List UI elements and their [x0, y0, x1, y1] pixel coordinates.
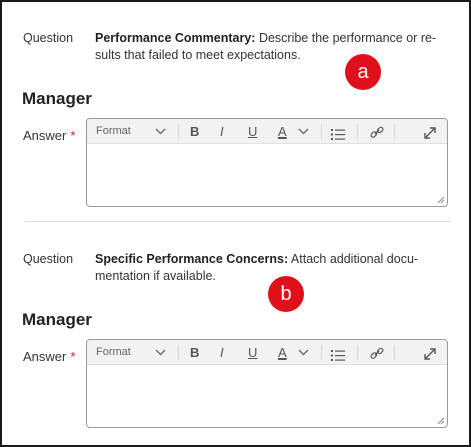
bold-button[interactable]: B [190, 340, 199, 365]
answer-text-area[interactable] [87, 145, 447, 206]
callout-badge-a: a [345, 54, 381, 90]
question-text-line1: Attach additional docu- [288, 252, 419, 266]
role-heading: Manager [22, 310, 92, 329]
toolbar-divider [321, 124, 322, 139]
chevron-down-icon[interactable] [155, 340, 166, 365]
answer-label: Answer * [23, 128, 75, 143]
resize-handle-icon[interactable] [437, 417, 445, 425]
underline-button[interactable]: U [248, 119, 257, 144]
editor-toolbar: Format B I U A [87, 119, 447, 144]
question-title: Performance Commentary: [95, 31, 256, 45]
answer-label-text: Answer [23, 349, 67, 364]
rich-text-editor[interactable]: Format B I U A [86, 339, 448, 428]
question-text-line1: Describe the performance or re- [255, 31, 437, 45]
question-title: Specific Performance Concerns: [95, 252, 289, 266]
question-label: Question [23, 31, 74, 45]
section-divider [25, 221, 451, 222]
bulleted-list-icon[interactable] [331, 125, 345, 140]
question-text-line2: mentation if available. [95, 269, 216, 283]
answer-label: Answer * [23, 349, 75, 364]
resize-handle-icon[interactable] [437, 196, 445, 204]
toolbar-divider [178, 124, 179, 139]
chevron-down-icon[interactable] [298, 119, 309, 144]
link-icon[interactable] [370, 345, 384, 360]
editor-toolbar: Format B I U A [87, 340, 447, 365]
toolbar-divider [394, 345, 395, 360]
underline-button[interactable]: U [248, 340, 257, 365]
toolbar-divider [321, 345, 322, 360]
toolbar-divider [394, 124, 395, 139]
question-label: Question [23, 252, 74, 266]
answer-text-area[interactable] [87, 366, 447, 427]
format-dropdown[interactable]: Format [96, 119, 131, 144]
required-marker: * [70, 349, 76, 364]
rich-text-editor[interactable]: Format B I U A [86, 118, 448, 207]
question-text: Performance Commentary: Describe the per… [95, 30, 450, 64]
callout-badge-b: b [268, 276, 304, 312]
font-color-button[interactable]: A [278, 340, 287, 365]
italic-button[interactable]: I [220, 119, 224, 144]
required-marker: * [70, 128, 76, 143]
question-text: Specific Performance Concerns: Attach ad… [95, 251, 450, 285]
bulleted-list-icon[interactable] [331, 346, 345, 361]
toolbar-divider [357, 345, 358, 360]
italic-button[interactable]: I [220, 340, 224, 365]
answer-label-text: Answer [23, 128, 67, 143]
font-color-button[interactable]: A [278, 119, 287, 144]
expand-icon[interactable] [423, 345, 437, 360]
bold-button[interactable]: B [190, 119, 199, 144]
role-heading: Manager [22, 89, 92, 108]
toolbar-divider [178, 345, 179, 360]
chevron-down-icon[interactable] [298, 340, 309, 365]
chevron-down-icon[interactable] [155, 119, 166, 144]
question-text-line2: sults that failed to meet expectations. [95, 48, 301, 62]
link-icon[interactable] [370, 124, 384, 139]
expand-icon[interactable] [423, 124, 437, 139]
toolbar-divider [357, 124, 358, 139]
format-dropdown[interactable]: Format [96, 340, 131, 365]
